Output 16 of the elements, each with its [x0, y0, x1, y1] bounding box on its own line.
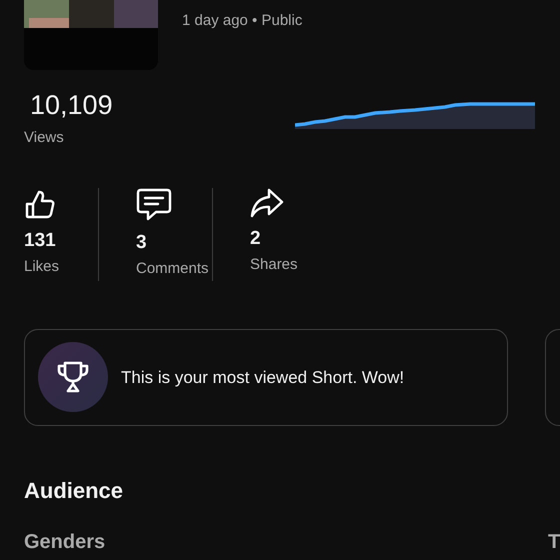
trophy-icon [56, 361, 90, 394]
stat-label: Comments [136, 259, 209, 280]
comment-icon[interactable] [136, 188, 172, 222]
section-title: Audience [23, 476, 124, 505]
section-heading: Genders [24, 530, 106, 555]
highlight-text: This is your most viewed Short. Wow! [121, 366, 404, 389]
stat-count: 131 [24, 230, 56, 252]
stat-label: Likes [24, 257, 60, 278]
video-meta: 1 day ago • Public [182, 11, 302, 31]
stat-label: Shares [250, 255, 298, 276]
stat-count: 2 [250, 228, 261, 250]
views-count: 10,109 [30, 92, 113, 119]
share-icon[interactable] [250, 188, 284, 218]
views-label: Views [24, 128, 65, 148]
stat-count: 3 [136, 232, 147, 254]
section-heading: T [548, 530, 560, 555]
